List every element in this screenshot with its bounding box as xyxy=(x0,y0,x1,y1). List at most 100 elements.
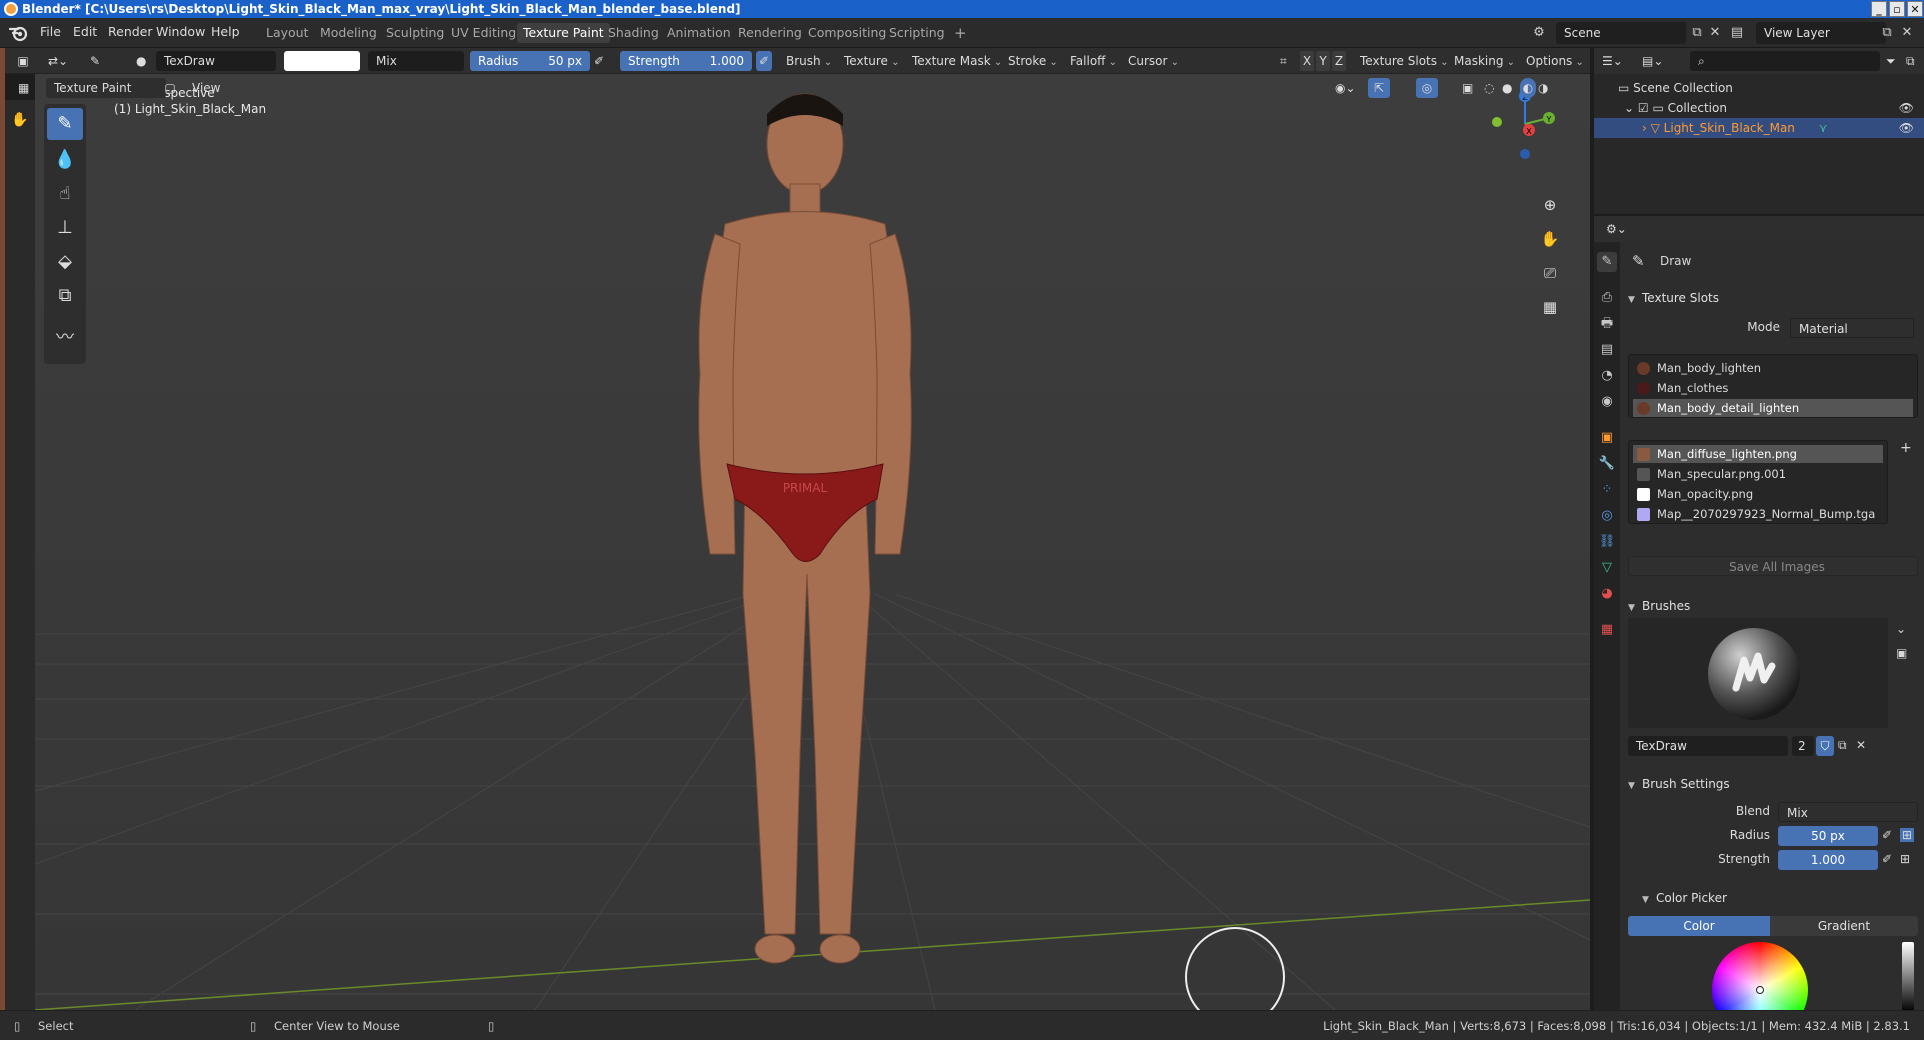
texture-menu[interactable]: Texture xyxy=(840,51,904,71)
radius-slider[interactable]: 50 px xyxy=(1778,826,1878,846)
xray-icon[interactable]: ▣ xyxy=(1462,78,1478,98)
falloff-menu[interactable]: Falloff xyxy=(1066,51,1121,71)
mode-dropdown[interactable]: Texture Paint xyxy=(46,78,166,98)
tab-shading[interactable]: Shading xyxy=(602,23,665,43)
new-collection-icon[interactable]: ⧉ xyxy=(1906,51,1922,71)
mirror-x-toggle[interactable]: X xyxy=(1300,51,1314,71)
solid-shading-icon[interactable]: ● xyxy=(1502,78,1518,98)
stroke-menu[interactable]: Stroke xyxy=(1004,51,1062,71)
radius-unit-icon[interactable]: ⊞ xyxy=(1900,828,1915,842)
cursor-menu[interactable]: Cursor xyxy=(1124,51,1183,71)
smear-tool-icon[interactable]: ☝ xyxy=(47,178,83,210)
draw-tool-icon[interactable]: ✎ xyxy=(47,108,83,140)
tab-layout[interactable]: Layout xyxy=(260,23,315,43)
radius-pressure-icon[interactable]: ✐ xyxy=(594,51,610,71)
expand-arrow-icon[interactable]: ⌄ xyxy=(1624,101,1638,115)
mask-toggle-icon[interactable]: ▢ xyxy=(162,78,178,98)
texture-slots-menu[interactable]: Texture Slots xyxy=(1356,51,1453,71)
minimize-button[interactable]: _ xyxy=(1871,1,1887,17)
collection-checkbox-icon[interactable]: ☑ xyxy=(1638,101,1653,115)
material-tab-icon[interactable]: ◕ xyxy=(1597,584,1617,604)
brush-color-swatch[interactable] xyxy=(284,51,360,71)
annotate-tool-icon[interactable]: 〰 xyxy=(47,322,83,354)
properties-editor-icon[interactable]: ⚙⌄ xyxy=(1606,219,1630,239)
strength-slider[interactable]: 1.000 xyxy=(1778,850,1878,870)
scene-selector[interactable]: Scene xyxy=(1556,22,1686,44)
modifier-tab-icon[interactable]: 🔧 xyxy=(1597,454,1617,474)
display-mode-icon[interactable]: ▤⌄ xyxy=(1642,51,1666,71)
world-tab-icon[interactable]: ◉ xyxy=(1597,392,1617,412)
pan-hand-icon[interactable]: ✋ xyxy=(1537,226,1563,252)
maximize-button[interactable]: ▫ xyxy=(1889,1,1905,17)
symmetry-icon[interactable]: ⌗ xyxy=(1280,51,1296,71)
paint-mode-icon[interactable]: ⇄⌄ xyxy=(48,51,74,71)
clone-tool-icon[interactable]: ⊥ xyxy=(47,212,83,244)
rendered-shading-icon[interactable]: ◑ xyxy=(1538,78,1554,98)
blend-mode-dropdown[interactable]: Mix xyxy=(368,51,464,71)
view-menu[interactable]: View xyxy=(192,78,220,98)
value-slider[interactable] xyxy=(1902,942,1914,1010)
color-wheel-cursor[interactable] xyxy=(1756,986,1764,994)
gradient-tab[interactable]: Gradient xyxy=(1770,916,1918,936)
tab-sculpting[interactable]: Sculpting xyxy=(380,23,450,43)
fill-tool-icon[interactable]: ⬙ xyxy=(47,246,83,278)
brush-name-field[interactable]: TexDraw xyxy=(1628,736,1788,756)
blend-dropdown[interactable]: Mix xyxy=(1778,802,1918,822)
strength-unit-icon[interactable]: ⊞ xyxy=(1900,852,1910,866)
close-button[interactable]: ✕ xyxy=(1907,1,1923,17)
tab-texture-paint[interactable]: Texture Paint xyxy=(517,23,610,43)
new-view-layer-icon[interactable]: ⧉ xyxy=(1878,24,1896,42)
color-picker-panel-header[interactable]: ▼ Color Picker xyxy=(1642,888,1924,908)
material-shading-icon[interactable]: ◐ xyxy=(1520,78,1536,98)
brush-settings-panel-header[interactable]: ▼ Brush Settings xyxy=(1628,774,1918,794)
output-tab-icon[interactable]: 🖶 xyxy=(1597,314,1617,334)
outliner-collection[interactable]: ⌄ ☑ ▭ Collection 👁 xyxy=(1594,98,1924,118)
outliner-scene-collection[interactable]: ▭ Scene Collection xyxy=(1594,78,1924,98)
unlink-brush-icon[interactable]: ✕ xyxy=(1856,738,1866,752)
mesh-data-icon[interactable]: ⋎ xyxy=(1819,121,1828,135)
add-workspace-button[interactable]: + xyxy=(948,23,973,43)
menu-window[interactable]: Window xyxy=(156,24,205,39)
tab-scripting[interactable]: Scripting xyxy=(883,23,951,43)
options-menu[interactable]: Options xyxy=(1522,51,1588,71)
object-tab-icon[interactable]: ▣ xyxy=(1597,428,1617,448)
strength-slider[interactable]: Strength 1.000 xyxy=(620,51,752,71)
mask-tool-icon[interactable]: ⧉ xyxy=(47,280,83,312)
menu-edit[interactable]: Edit xyxy=(73,24,97,39)
remove-view-layer-icon[interactable]: ✕ xyxy=(1898,24,1916,42)
fake-user-icon[interactable]: ⛉ xyxy=(1816,736,1834,756)
wireframe-shading-icon[interactable]: ◌ xyxy=(1484,78,1500,98)
editor-type-icon[interactable]: ▣ xyxy=(14,51,32,71)
blender-logo-icon[interactable] xyxy=(8,23,28,43)
texture-tab-icon[interactable]: ▦ xyxy=(1597,620,1617,640)
menu-help[interactable]: Help xyxy=(211,24,240,39)
soften-tool-icon[interactable]: 💧 xyxy=(47,144,83,176)
tab-uv-editing[interactable]: UV Editing xyxy=(445,23,522,43)
remove-scene-icon[interactable]: ✕ xyxy=(1706,24,1724,42)
tab-compositing[interactable]: Compositing xyxy=(802,23,892,43)
material-slot-row[interactable]: Man_clothes xyxy=(1633,379,1913,397)
brush-expand-icon[interactable]: ⌄ xyxy=(1896,622,1906,636)
brush-preview-box[interactable] xyxy=(1628,618,1888,728)
tab-modeling[interactable]: Modeling xyxy=(314,23,383,43)
mode-dropdown[interactable]: Material xyxy=(1790,318,1914,338)
brush-icon[interactable]: ✎ xyxy=(90,51,110,71)
tool-tab-icon[interactable]: ✎ xyxy=(1597,252,1617,272)
brush-dot-icon[interactable]: ● xyxy=(136,51,152,71)
brush-menu[interactable]: Brush xyxy=(782,51,836,71)
masking-menu[interactable]: Masking xyxy=(1450,51,1519,71)
tab-rendering[interactable]: Rendering xyxy=(732,23,808,43)
physics-tab-icon[interactable]: ◎ xyxy=(1597,506,1617,526)
3d-viewport[interactable]: PRIMAL User Perspective (1) Light_Skin_B… xyxy=(35,74,1590,1010)
brushes-panel-header[interactable]: ▼ Brushes xyxy=(1628,596,1918,616)
brush-users-count[interactable]: 2 xyxy=(1792,736,1814,756)
view-layer-selector[interactable]: View Layer xyxy=(1756,22,1886,44)
strength-pressure-icon[interactable]: ✐ xyxy=(756,51,772,71)
material-slot-row[interactable]: Man_body_lighten xyxy=(1633,359,1913,377)
image-slot-row-selected[interactable]: Man_diffuse_lighten.png xyxy=(1633,445,1883,463)
save-all-images-button[interactable]: Save All Images xyxy=(1628,556,1918,576)
new-scene-icon[interactable]: ⧉ xyxy=(1688,24,1706,42)
filter-icon[interactable]: ⏷ xyxy=(1886,51,1902,71)
zoom-icon[interactable]: ⊕ xyxy=(1537,192,1563,218)
view-layer-icon[interactable]: ▤ xyxy=(1728,24,1746,42)
